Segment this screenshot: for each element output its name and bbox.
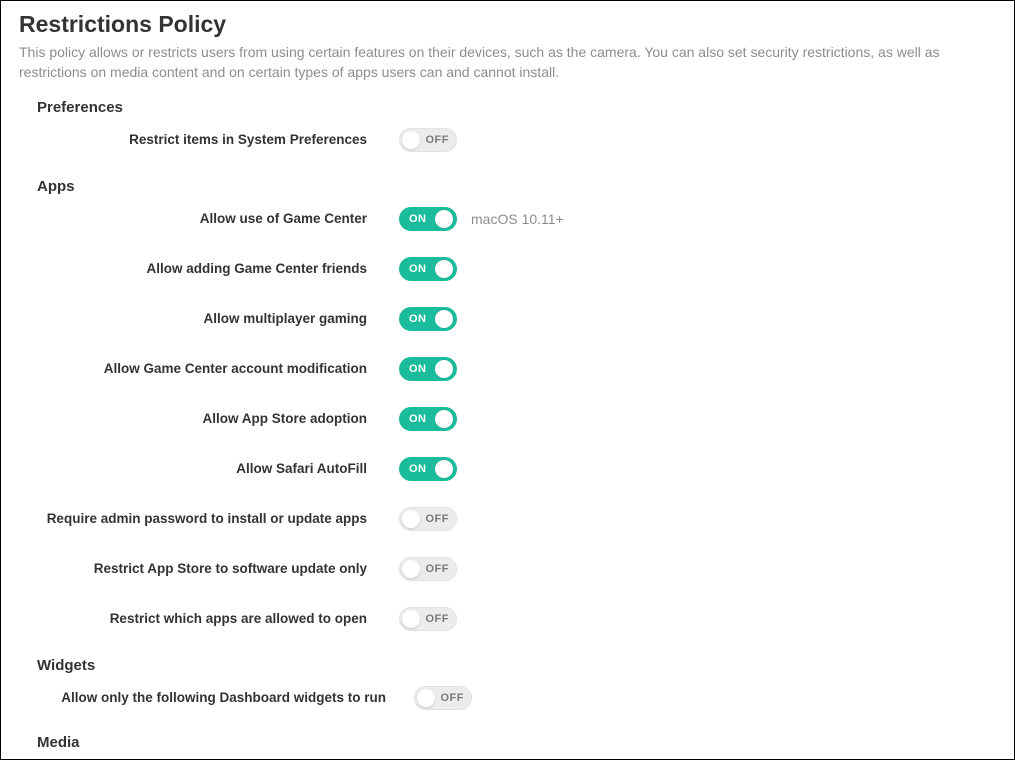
row-allow-app-store-adoption: Allow App Store adoption ON [19, 407, 996, 431]
row-restrict-system-prefs: Restrict items in System Preferences OFF [19, 128, 996, 152]
label-allow-gc-friends: Allow adding Game Center friends [19, 261, 399, 276]
note-allow-game-center: macOS 10.11+ [471, 211, 564, 227]
toggle-require-admin-pw[interactable]: OFF [399, 507, 457, 531]
toggle-allow-app-store-adoption[interactable]: ON [399, 407, 457, 431]
label-require-admin-pw: Require admin password to install or upd… [19, 511, 399, 526]
label-allow-multiplayer: Allow multiplayer gaming [19, 311, 399, 326]
label-allow-safari-autofill: Allow Safari AutoFill [19, 461, 399, 476]
row-allow-dashboard-widgets: Allow only the following Dashboard widge… [19, 686, 996, 710]
row-require-admin-pw: Require admin password to install or upd… [19, 507, 996, 531]
toggle-restrict-system-prefs[interactable]: OFF [399, 128, 457, 152]
label-allow-gc-account-mod: Allow Game Center account modification [19, 361, 399, 376]
row-restrict-app-store-updates: Restrict App Store to software update on… [19, 557, 996, 581]
toggle-allow-multiplayer[interactable]: ON [399, 307, 457, 331]
toggle-allow-safari-autofill[interactable]: ON [399, 457, 457, 481]
row-allow-safari-autofill: Allow Safari AutoFill ON [19, 457, 996, 481]
toggle-allow-gc-account-mod[interactable]: ON [399, 357, 457, 381]
section-heading-media: Media [37, 734, 996, 751]
page-description: This policy allows or restricts users fr… [19, 42, 996, 83]
page-title: Restrictions Policy [19, 11, 996, 38]
label-restrict-apps-open: Restrict which apps are allowed to open [19, 611, 399, 626]
toggle-allow-dashboard-widgets[interactable]: OFF [414, 686, 472, 710]
row-allow-multiplayer: Allow multiplayer gaming ON [19, 307, 996, 331]
toggle-restrict-app-store-updates[interactable]: OFF [399, 557, 457, 581]
row-allow-gc-friends: Allow adding Game Center friends ON [19, 257, 996, 281]
section-heading-preferences: Preferences [37, 99, 996, 116]
label-allow-app-store-adoption: Allow App Store adoption [19, 411, 399, 426]
label-restrict-app-store-updates: Restrict App Store to software update on… [19, 561, 399, 576]
section-heading-widgets: Widgets [37, 657, 996, 674]
label-allow-game-center: Allow use of Game Center [19, 211, 399, 226]
row-allow-game-center: Allow use of Game Center ON macOS 10.11+ [19, 207, 996, 231]
label-allow-dashboard-widgets: Allow only the following Dashboard widge… [19, 690, 414, 705]
row-restrict-apps-open: Restrict which apps are allowed to open … [19, 607, 996, 631]
toggle-allow-gc-friends[interactable]: ON [399, 257, 457, 281]
toggle-allow-game-center[interactable]: ON [399, 207, 457, 231]
section-heading-apps: Apps [37, 178, 996, 195]
label-restrict-system-prefs: Restrict items in System Preferences [19, 132, 399, 147]
toggle-restrict-apps-open[interactable]: OFF [399, 607, 457, 631]
restrictions-policy-panel: Restrictions Policy This policy allows o… [0, 0, 1015, 760]
row-allow-gc-account-mod: Allow Game Center account modification O… [19, 357, 996, 381]
